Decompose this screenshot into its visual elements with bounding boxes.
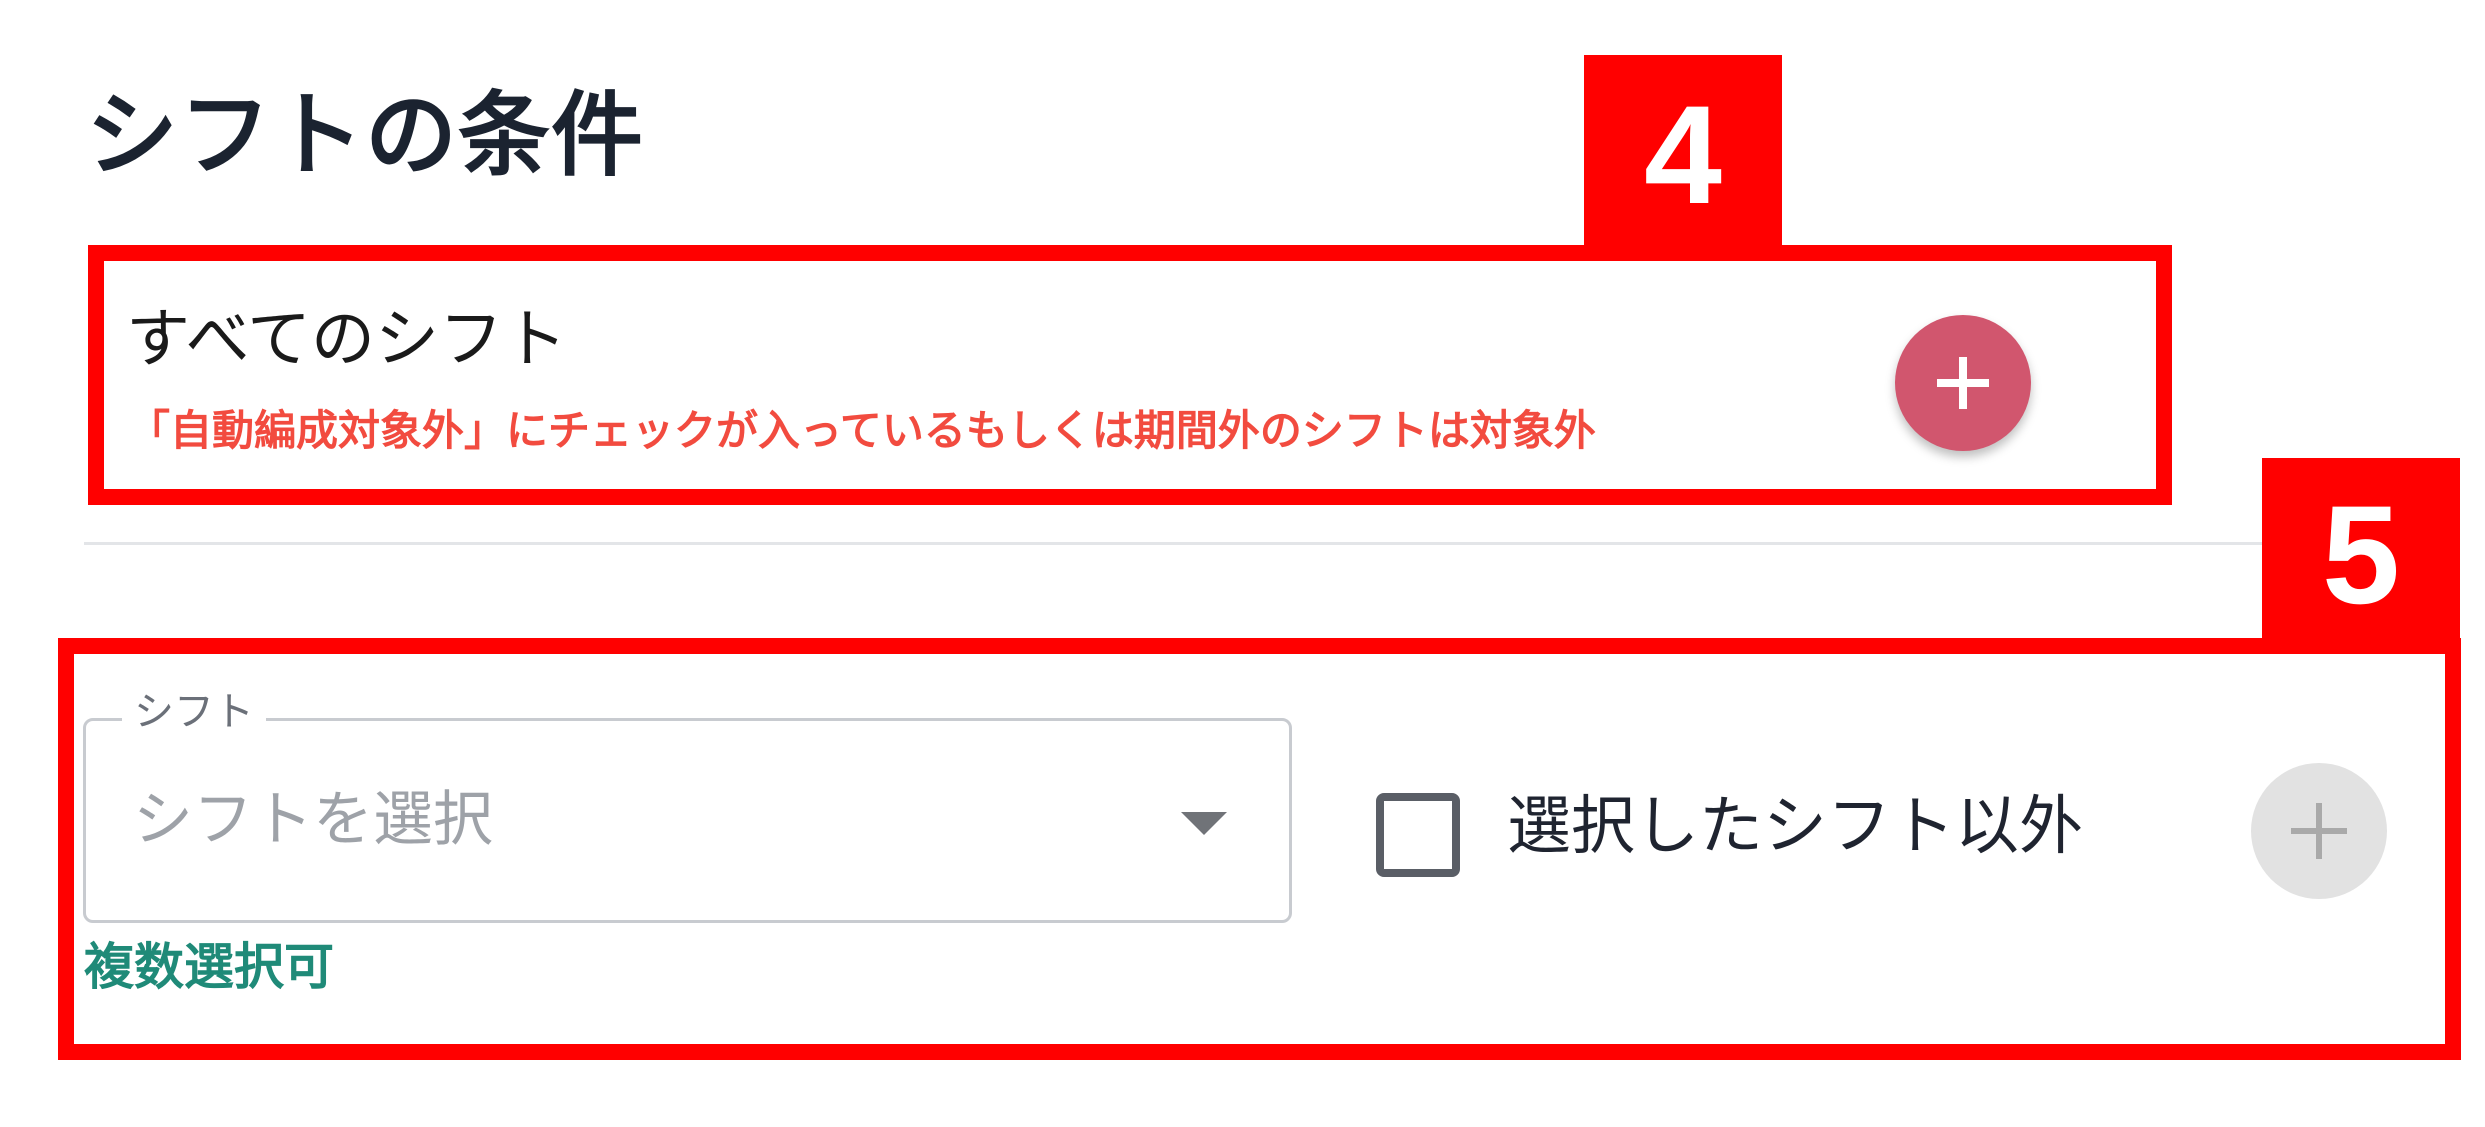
all-shifts-label: すべてのシフト — [126, 303, 567, 377]
exclude-selected-checkbox[interactable] — [1376, 793, 1460, 877]
all-shifts-note: 「自動編成対象外」にチェックが入っているもしくは期間外のシフトは対象外 — [128, 406, 1596, 455]
annotation-tag-4: 4 — [1584, 55, 1782, 255]
annotation-tag-5: 5 — [2262, 458, 2460, 652]
section-title: シフトの条件 — [86, 82, 645, 189]
add-shift-condition-button[interactable] — [2251, 763, 2387, 899]
add-all-shifts-button[interactable] — [1895, 315, 2031, 451]
shift-select-label: シフト — [122, 692, 266, 732]
exclude-selected-label[interactable]: 選択したシフト以外 — [1507, 795, 2083, 859]
plus-icon — [2291, 803, 2347, 859]
shift-select-helper-text: 複数選択可 — [84, 938, 334, 996]
divider — [84, 542, 2270, 545]
dropdown-caret-icon[interactable] — [1181, 812, 1227, 835]
plus-icon — [1937, 357, 1989, 409]
shift-select-placeholder[interactable]: シフトを選択 — [133, 790, 493, 850]
